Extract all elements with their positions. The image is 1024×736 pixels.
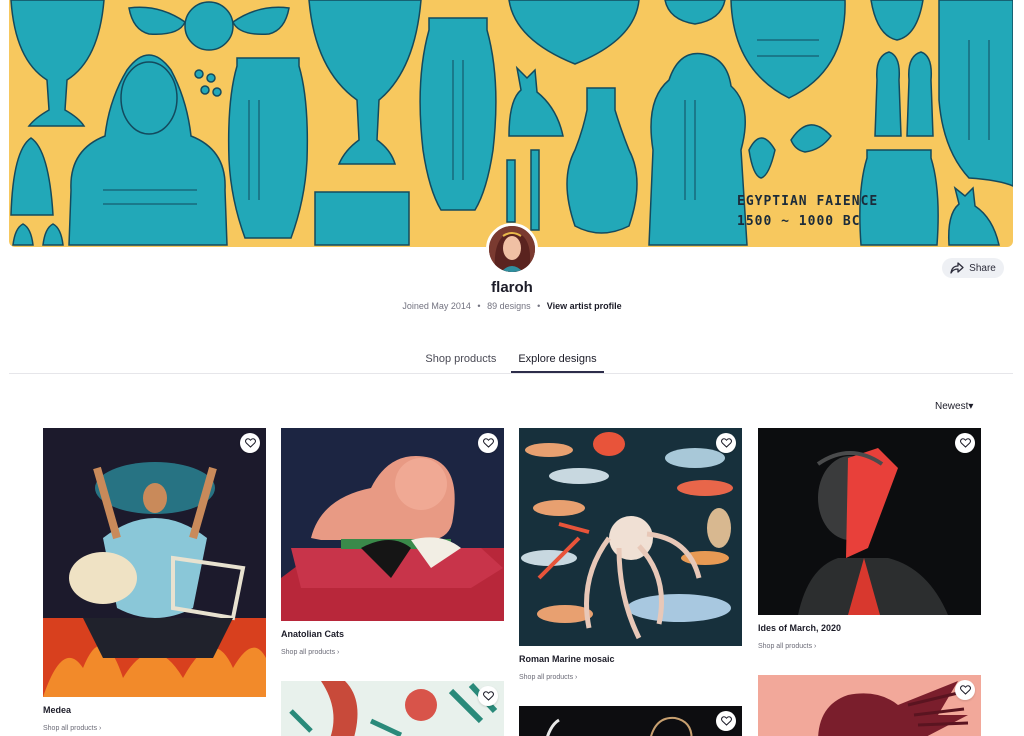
favorite-button[interactable] [716,711,736,731]
ides-of-march-artwork [758,428,981,615]
tab-shop-products[interactable]: Shop products [418,351,503,373]
design-card-medea[interactable]: Medea Shop all products › [43,428,266,736]
chevron-down-icon: ▾ [968,401,974,412]
design-image[interactable] [519,706,742,736]
favorite-button[interactable] [478,433,498,453]
profile-tabs: Shop products Explore designs [9,351,1013,374]
joined-date: Joined May 2014 [402,301,471,311]
heart-icon [959,685,971,695]
heart-icon [720,716,732,726]
heart-icon [720,438,732,448]
share-label: Share [969,262,996,274]
design-image[interactable] [519,428,742,646]
view-artist-profile-link[interactable]: View artist profile [547,301,622,311]
avatar-portrait [489,226,535,272]
design-card-roman-marine-mosaic[interactable]: Roman Marine mosaic Shop all products › [519,428,742,736]
heart-icon [244,438,256,448]
share-arrow-icon [950,262,964,274]
banner-caption-line2: 1500 ~ 1000 BC [737,214,861,229]
heart-icon [482,438,494,448]
design-image[interactable] [758,675,981,736]
favorite-button[interactable] [478,686,498,706]
design-title[interactable]: Ides of March, 2020 [758,623,841,633]
medea-artwork [43,428,266,697]
favorite-button[interactable] [955,433,975,453]
artist-meta: Joined May 2014 • 89 designs • View arti… [0,301,1024,311]
favorite-button[interactable] [716,433,736,453]
design-card-ides-of-march[interactable]: Ides of March, 2020 Shop all products › [758,428,981,736]
favorite-button[interactable] [240,433,260,453]
next-design-artwork [758,675,981,736]
meta-separator: • [537,301,541,311]
next-design-artwork [281,681,504,736]
sort-dropdown[interactable]: Newest▾ [935,401,973,412]
profile-banner: EGYPTIAN FAIENCE 1500 ~ 1000 BC [9,0,1013,247]
sort-label: Newest [935,401,969,412]
share-button[interactable]: Share [942,258,1004,278]
design-image[interactable] [758,428,981,615]
tab-explore-designs[interactable]: Explore designs [511,351,604,373]
shop-all-products-link[interactable]: Shop all products › [43,725,101,732]
design-title[interactable]: Anatolian Cats [281,629,344,639]
shop-all-products-link[interactable]: Shop all products › [758,643,816,650]
design-image[interactable] [43,428,266,697]
design-card-anatolian-cats[interactable]: Anatolian Cats Shop all products › [281,428,504,736]
design-image[interactable] [281,428,504,621]
banner-caption: EGYPTIAN FAIENCE 1500 ~ 1000 BC [737,192,878,232]
designs-count: 89 designs [487,301,531,311]
meta-separator: • [477,301,481,311]
design-title[interactable]: Medea [43,705,71,715]
banner-caption-line1: EGYPTIAN FAIENCE [737,194,879,209]
design-title[interactable]: Roman Marine mosaic [519,654,615,664]
heart-icon [959,438,971,448]
favorite-button[interactable] [955,680,975,700]
design-image[interactable] [281,681,504,736]
artist-avatar[interactable] [486,223,538,275]
next-design-artwork [519,706,742,736]
heart-icon [482,691,494,701]
roman-marine-mosaic-artwork [519,428,742,646]
artist-name: flaroh [491,279,533,296]
shop-all-products-link[interactable]: Shop all products › [281,649,339,656]
anatolian-cats-artwork [281,428,504,621]
shop-all-products-link[interactable]: Shop all products › [519,674,577,681]
